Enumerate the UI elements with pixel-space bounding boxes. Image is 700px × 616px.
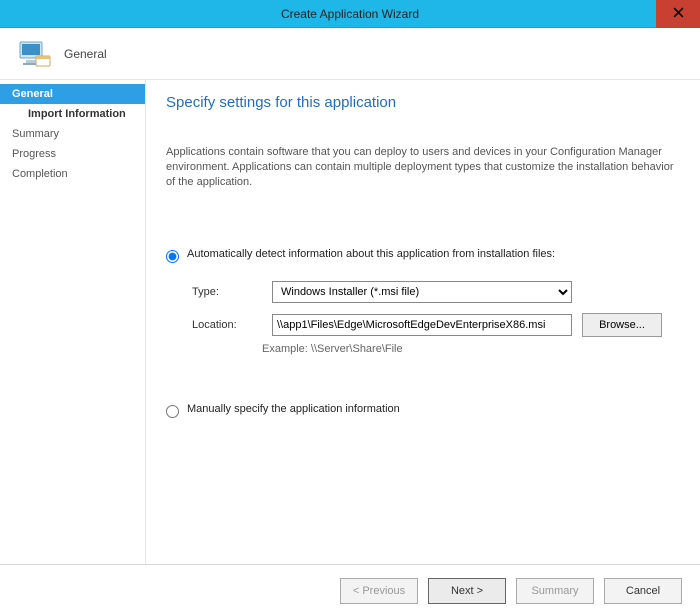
wizard-sidebar: General Import Information Summary Progr…	[0, 80, 146, 564]
sidebar-item-summary[interactable]: Summary	[0, 124, 145, 144]
type-label: Type:	[192, 286, 262, 298]
manual-label: Manually specify the application informa…	[187, 403, 400, 415]
previous-button: < Previous	[340, 578, 418, 604]
type-select[interactable]: Windows Installer (*.msi file)	[272, 281, 572, 303]
window-title: Create Application Wizard	[281, 7, 419, 21]
next-button[interactable]: Next >	[428, 578, 506, 604]
titlebar: Create Application Wizard	[0, 0, 700, 28]
wizard-footer: < Previous Next > Summary Cancel	[0, 564, 700, 616]
cancel-button[interactable]: Cancel	[604, 578, 682, 604]
close-button[interactable]	[656, 0, 700, 28]
sidebar-item-import-information[interactable]: Import Information	[0, 104, 145, 124]
wizard-header: General	[0, 28, 700, 80]
auto-detect-label: Automatically detect information about t…	[187, 248, 555, 260]
browse-button[interactable]: Browse...	[582, 313, 662, 337]
page-intro: Applications contain software that you c…	[166, 145, 676, 190]
sidebar-item-progress[interactable]: Progress	[0, 144, 145, 164]
header-page-label: General	[64, 47, 107, 61]
close-icon	[673, 5, 684, 23]
location-input[interactable]	[272, 314, 572, 336]
wizard-main: Specify settings for this application Ap…	[146, 80, 700, 564]
location-example: Example: \\Server\Share\File	[262, 343, 676, 355]
wizard-icon	[14, 34, 54, 74]
manual-row: Manually specify the application informa…	[166, 403, 676, 418]
auto-detect-row: Automatically detect information about t…	[166, 248, 676, 263]
manual-radio[interactable]	[166, 405, 179, 418]
summary-button: Summary	[516, 578, 594, 604]
auto-detect-radio[interactable]	[166, 250, 179, 263]
location-label: Location:	[192, 319, 262, 331]
sidebar-item-completion[interactable]: Completion	[0, 164, 145, 184]
page-heading: Specify settings for this application	[166, 94, 676, 111]
sidebar-item-general[interactable]: General	[0, 84, 145, 104]
